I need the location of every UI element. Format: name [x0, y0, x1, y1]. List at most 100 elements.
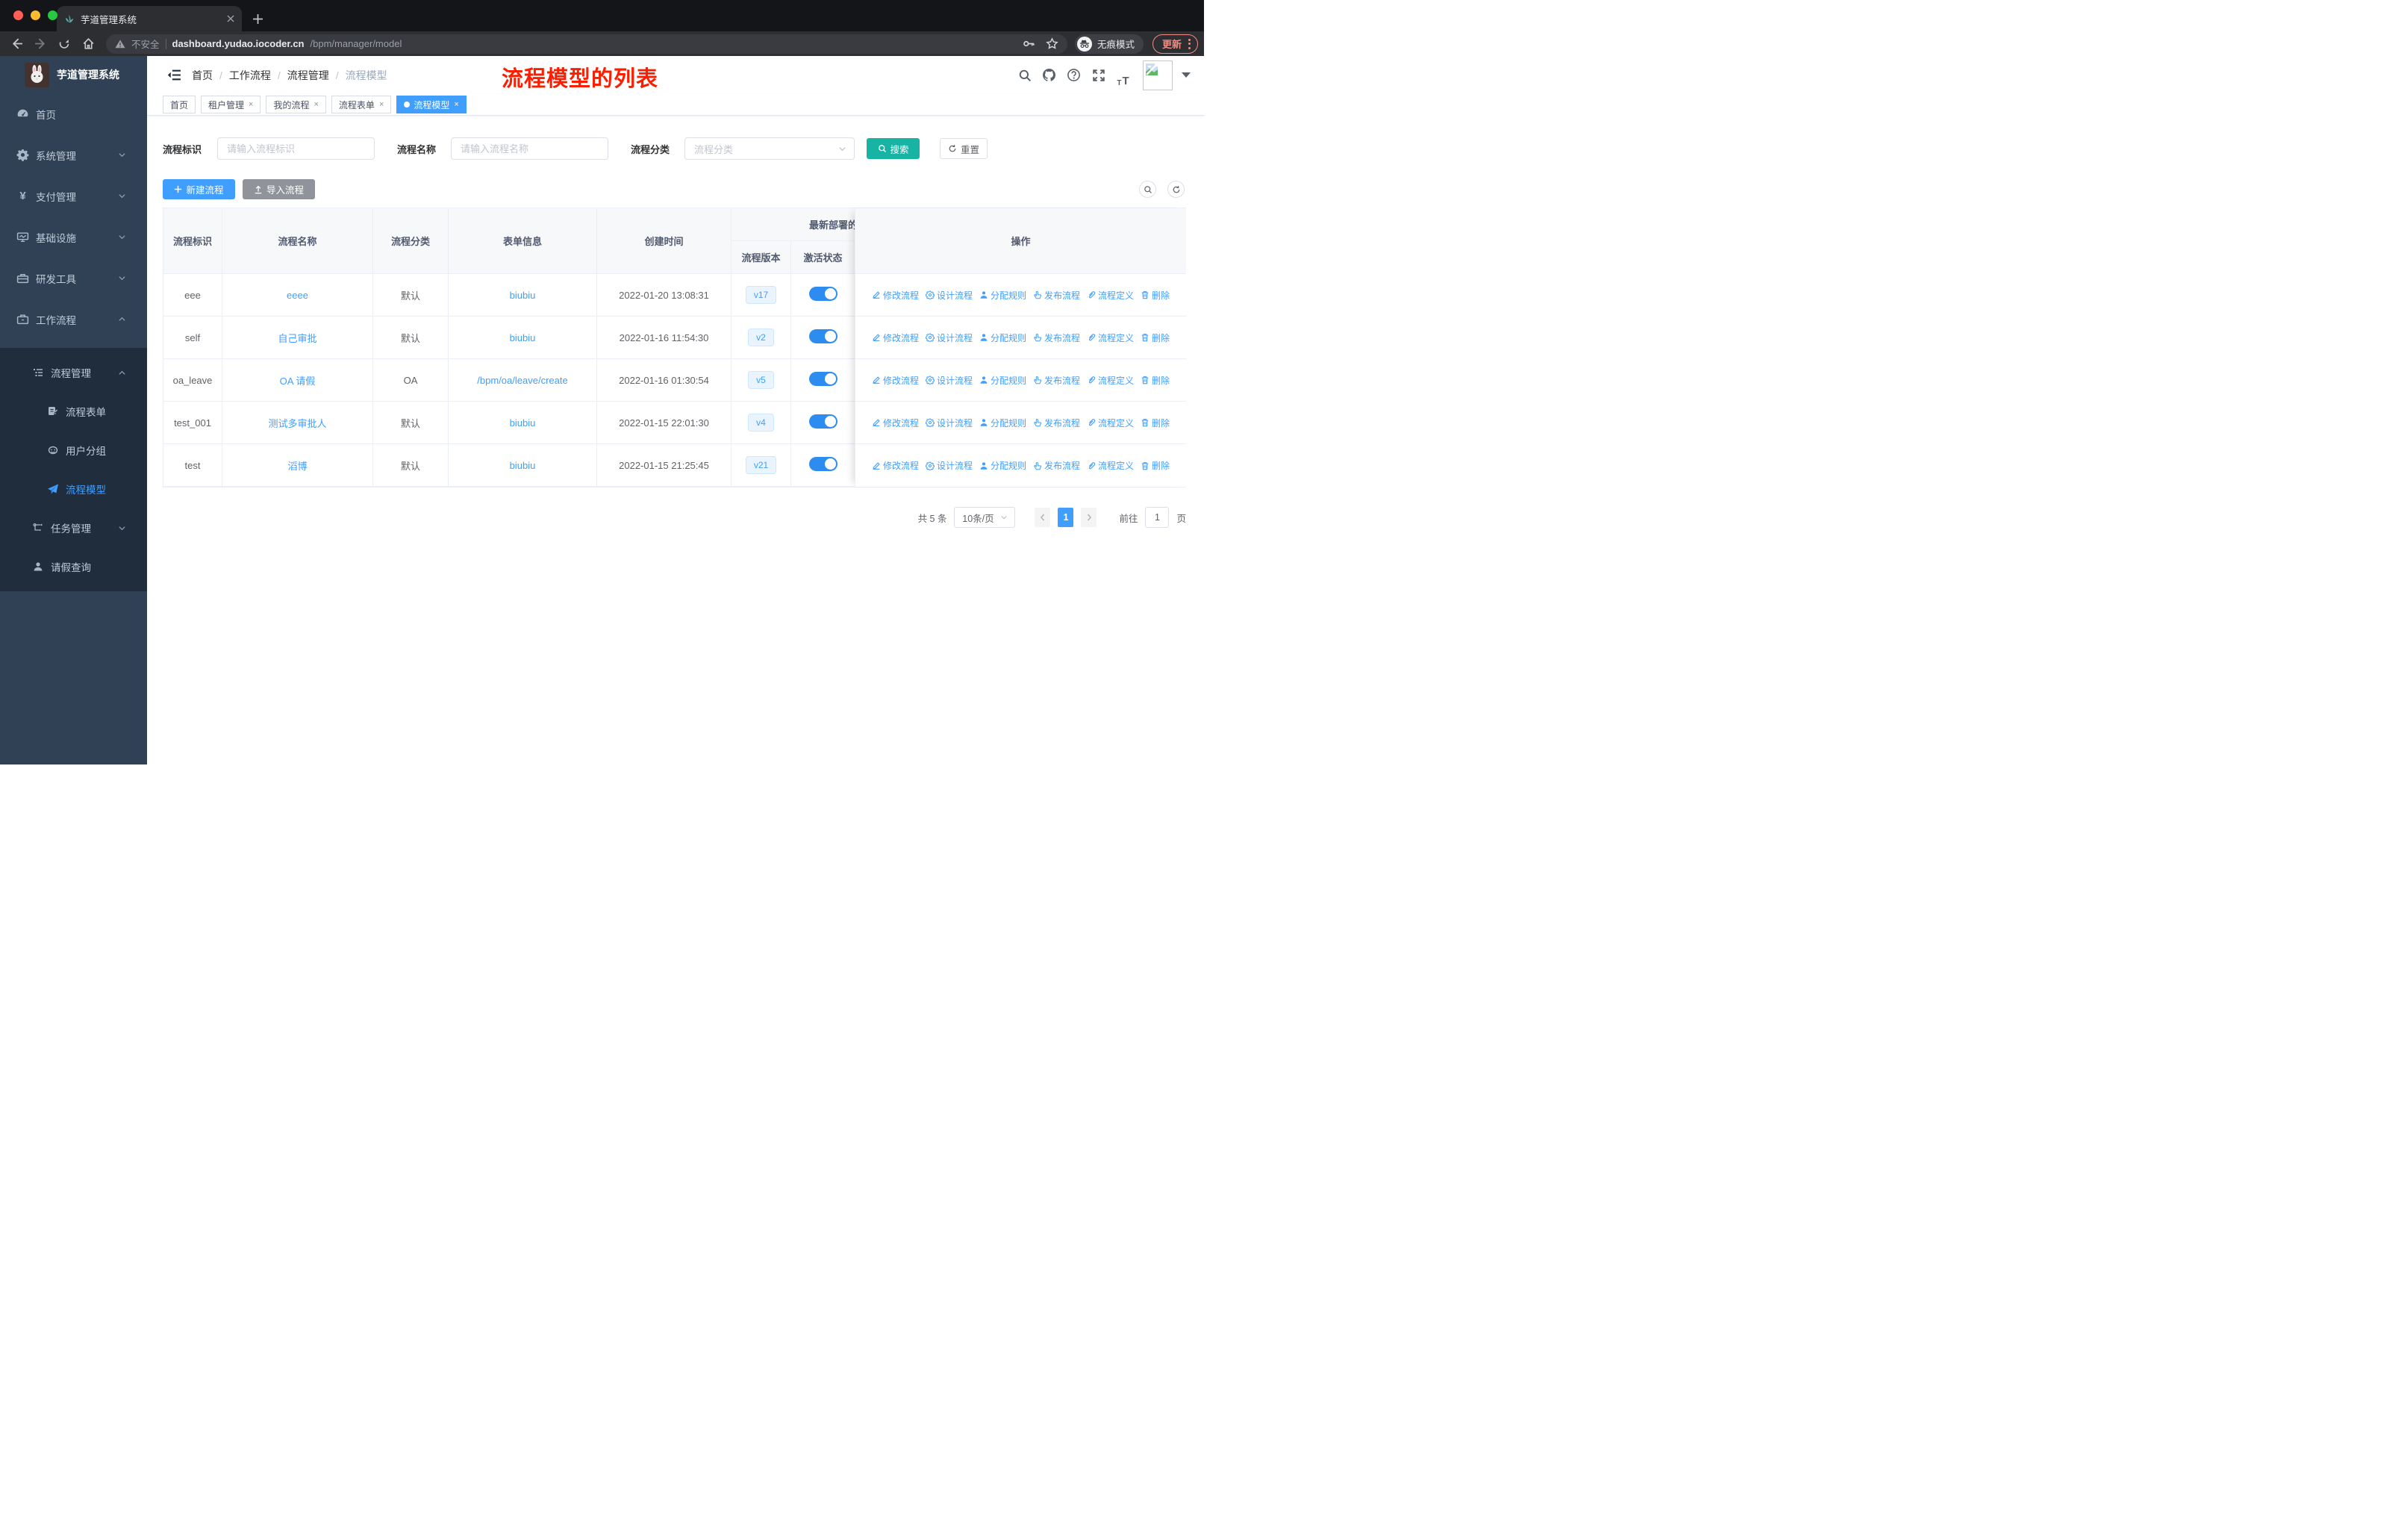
import-process-button[interactable]: 导入流程: [243, 179, 315, 199]
close-icon[interactable]: ×: [454, 100, 458, 109]
sidebar-item-leave-query[interactable]: 请假查询: [0, 547, 147, 586]
edit-process-link[interactable]: 修改流程: [872, 331, 919, 344]
process-definition-link[interactable]: 流程定义: [1087, 417, 1134, 429]
form-info-link[interactable]: /bpm/oa/leave/create: [477, 375, 567, 386]
create-process-button[interactable]: 新建流程: [163, 179, 235, 199]
filter-category-select[interactable]: 流程分类: [684, 137, 855, 160]
assign-rule-link[interactable]: 分配规则: [979, 374, 1026, 387]
next-page-button[interactable]: [1081, 508, 1097, 527]
avatar[interactable]: [1143, 60, 1173, 90]
search-icon[interactable]: [1012, 63, 1037, 87]
tab-close-icon[interactable]: [227, 15, 234, 22]
breadcrumb-home[interactable]: 首页: [192, 68, 213, 83]
home-icon[interactable]: [78, 34, 99, 54]
prev-page-button[interactable]: [1035, 508, 1051, 527]
sidebar-item-infrastructure[interactable]: 基础设施: [0, 217, 147, 258]
url-path[interactable]: /bpm/manager/model: [311, 38, 402, 49]
form-info-link[interactable]: biubiu: [510, 332, 536, 343]
close-icon[interactable]: ×: [314, 100, 318, 109]
sidebar-item-workflow[interactable]: 工作流程: [0, 299, 147, 340]
design-process-link[interactable]: 设计流程: [926, 331, 973, 344]
active-toggle[interactable]: [808, 414, 838, 429]
process-name-link[interactable]: 测试多审批人: [268, 418, 326, 429]
sidebar-item-system[interactable]: 系统管理: [0, 134, 147, 175]
sidebar-item-process-management[interactable]: 流程管理: [0, 353, 147, 392]
delete-link[interactable]: 删除: [1141, 374, 1170, 387]
bookmark-star-icon[interactable]: [1046, 37, 1058, 50]
assign-rule-link[interactable]: 分配规则: [979, 289, 1026, 302]
page-1-button[interactable]: 1: [1058, 508, 1074, 527]
close-icon[interactable]: ×: [249, 100, 253, 109]
edit-process-link[interactable]: 修改流程: [872, 417, 919, 429]
breadcrumb-process-management[interactable]: 流程管理: [287, 68, 329, 83]
publish-process-link[interactable]: 发布流程: [1033, 289, 1080, 302]
key-icon[interactable]: [1023, 37, 1035, 50]
address-bar[interactable]: 不安全 dashboard.yudao.iocoder.cn/bpm/manag…: [106, 34, 1067, 54]
filter-key-input[interactable]: [217, 137, 375, 160]
reload-icon[interactable]: [54, 34, 75, 54]
page-size-select[interactable]: 10条/页: [954, 507, 1016, 528]
form-info-link[interactable]: biubiu: [510, 460, 536, 471]
app-logo[interactable]: 芋道管理系统: [0, 56, 147, 93]
filter-name-input[interactable]: [451, 137, 609, 160]
assign-rule-link[interactable]: 分配规则: [979, 417, 1026, 429]
version-badge[interactable]: v4: [748, 414, 774, 432]
active-toggle[interactable]: [808, 457, 838, 471]
tag-my-process[interactable]: 我的流程 ×: [266, 96, 326, 113]
sidebar-item-process-form[interactable]: 流程表单: [0, 392, 147, 431]
active-toggle[interactable]: [808, 287, 838, 301]
font-size-icon[interactable]: TT: [1111, 63, 1135, 87]
process-definition-link[interactable]: 流程定义: [1087, 331, 1134, 344]
process-name-link[interactable]: OA 请假: [280, 376, 316, 387]
edit-process-link[interactable]: 修改流程: [872, 459, 919, 472]
new-tab-button[interactable]: [246, 7, 269, 30]
back-icon[interactable]: [6, 34, 27, 54]
sidebar-item-user-group[interactable]: 用户分组: [0, 431, 147, 470]
assign-rule-link[interactable]: 分配规则: [979, 331, 1026, 344]
active-toggle[interactable]: [808, 329, 838, 343]
fullscreen-icon[interactable]: [1086, 63, 1111, 87]
publish-process-link[interactable]: 发布流程: [1033, 374, 1080, 387]
delete-link[interactable]: 删除: [1141, 331, 1170, 344]
version-badge[interactable]: v2: [748, 328, 774, 346]
sidebar-collapse-icon[interactable]: [166, 68, 181, 83]
process-definition-link[interactable]: 流程定义: [1087, 459, 1134, 472]
minimize-window-button[interactable]: [31, 10, 40, 20]
reset-button[interactable]: 重置: [940, 138, 988, 159]
design-process-link[interactable]: 设计流程: [926, 417, 973, 429]
tag-home[interactable]: 首页: [163, 96, 196, 113]
process-name-link[interactable]: eeee: [287, 290, 308, 301]
user-menu-caret-icon[interactable]: [1182, 72, 1191, 78]
form-info-link[interactable]: biubiu: [510, 290, 536, 301]
delete-link[interactable]: 删除: [1141, 289, 1170, 302]
close-icon[interactable]: ×: [379, 100, 384, 109]
goto-page-input[interactable]: [1145, 507, 1170, 528]
design-process-link[interactable]: 设计流程: [926, 374, 973, 387]
browser-tab[interactable]: 芋道管理系统: [57, 6, 242, 31]
design-process-link[interactable]: 设计流程: [926, 289, 973, 302]
active-toggle[interactable]: [808, 372, 838, 386]
publish-process-link[interactable]: 发布流程: [1033, 331, 1080, 344]
tag-process-model[interactable]: 流程模型 ×: [396, 96, 467, 113]
edit-process-link[interactable]: 修改流程: [872, 374, 919, 387]
sidebar-item-payment[interactable]: ¥ 支付管理: [0, 175, 147, 217]
update-label[interactable]: 更新: [1162, 37, 1182, 51]
tag-process-form[interactable]: 流程表单 ×: [331, 96, 392, 113]
publish-process-link[interactable]: 发布流程: [1033, 417, 1080, 429]
process-definition-link[interactable]: 流程定义: [1087, 289, 1134, 302]
process-definition-link[interactable]: 流程定义: [1087, 374, 1134, 387]
sidebar-item-home[interactable]: 首页: [0, 93, 147, 134]
security-label[interactable]: 不安全: [131, 37, 160, 51]
search-button[interactable]: 搜索: [867, 138, 920, 159]
sidebar-item-task-management[interactable]: 任务管理: [0, 508, 147, 547]
design-process-link[interactable]: 设计流程: [926, 459, 973, 472]
warning-icon[interactable]: [115, 39, 125, 49]
version-badge[interactable]: v21: [745, 456, 777, 474]
delete-link[interactable]: 删除: [1141, 417, 1170, 429]
delete-link[interactable]: 删除: [1141, 459, 1170, 472]
tag-tenant[interactable]: 租户管理 ×: [201, 96, 261, 113]
form-info-link[interactable]: biubiu: [510, 417, 536, 429]
sidebar-item-process-model[interactable]: 流程模型: [0, 470, 147, 508]
process-name-link[interactable]: 自己审批: [278, 333, 316, 344]
publish-process-link[interactable]: 发布流程: [1033, 459, 1080, 472]
